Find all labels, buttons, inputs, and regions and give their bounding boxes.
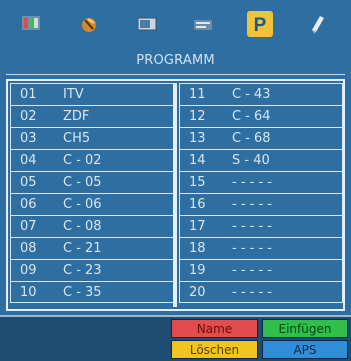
channel-number: 14	[189, 153, 206, 168]
channel-row[interactable]: 08 C - 21	[10, 237, 174, 259]
channel-name: S - 40	[232, 153, 270, 168]
channel-row[interactable]: 17 - - - - -	[179, 215, 343, 237]
channel-name: C - 21	[63, 241, 102, 256]
channel-row[interactable]: 04 C - 02	[10, 149, 174, 171]
svg-text:P: P	[254, 15, 267, 36]
picture-settings-icon[interactable]	[20, 13, 42, 35]
aps-button[interactable]: APS	[262, 340, 348, 359]
channel-name: ITV	[63, 87, 84, 102]
channel-number: 13	[189, 131, 206, 146]
channel-row[interactable]: 03 CH5	[10, 127, 174, 149]
channel-number: 02	[20, 109, 37, 124]
screen-mode-icon[interactable]	[136, 13, 158, 35]
program-icon[interactable]: P	[247, 11, 273, 37]
channel-row[interactable]: 05 C - 05	[10, 171, 174, 193]
channel-number: 17	[189, 219, 206, 234]
channel-list-left: 01 ITV 02 ZDF 03 CH5 04 C - 02 05 C - 05 06 C …	[10, 83, 174, 303]
channel-number: 01	[20, 87, 37, 102]
channel-row[interactable]: 13 C - 68	[179, 127, 343, 149]
channel-row[interactable]: 07 C - 08	[10, 215, 174, 237]
channel-number: 04	[20, 153, 37, 168]
channel-row[interactable]: 14 S - 40	[179, 149, 343, 171]
channel-number: 05	[20, 175, 37, 190]
channel-row[interactable]: 01 ITV	[10, 83, 174, 105]
channel-number: 10	[20, 285, 37, 300]
channel-list-panel: 01 ITV 02 ZDF 03 CH5 04 C - 02 05 C - 05 06 C …	[6, 79, 345, 311]
channel-name: - - - - -	[232, 285, 272, 300]
channel-name: C - 43	[232, 87, 271, 102]
column-divider	[173, 83, 177, 307]
channel-number: 19	[189, 263, 206, 278]
channel-name: CH5	[63, 131, 91, 146]
channel-row[interactable]: 16 - - - - -	[179, 193, 343, 215]
channel-name: - - - - -	[232, 263, 272, 278]
sound-settings-icon[interactable]	[78, 13, 100, 35]
channel-number: 18	[189, 241, 206, 256]
channel-row[interactable]: 11 C - 43	[179, 83, 343, 105]
channel-name: C - 06	[63, 197, 102, 212]
channel-number: 12	[189, 109, 206, 124]
delete-button[interactable]: Löschen	[171, 340, 258, 359]
insert-button[interactable]: Einfügen	[262, 319, 348, 338]
channel-name: C - 02	[63, 153, 102, 168]
channel-number: 03	[20, 131, 37, 146]
channel-name: ZDF	[63, 109, 90, 124]
channel-number: 16	[189, 197, 206, 212]
channel-row[interactable]: 09 C - 23	[10, 259, 174, 281]
channel-name: - - - - -	[232, 175, 272, 190]
channel-name: C - 08	[63, 219, 102, 234]
menu-icon-bar: P	[0, 0, 351, 50]
title-divider	[6, 74, 345, 75]
channel-list-right: 11 C - 43 12 C - 64 13 C - 68 14 S - 40 15 - …	[179, 83, 343, 303]
channel-row[interactable]: 12 C - 64	[179, 105, 343, 127]
channel-number: 06	[20, 197, 37, 212]
name-button[interactable]: Name	[171, 319, 258, 338]
channel-row[interactable]: 18 - - - - -	[179, 237, 343, 259]
menu-title: PROGRAMM	[136, 53, 215, 68]
channel-row[interactable]: 02 ZDF	[10, 105, 174, 127]
setup-icon[interactable]	[306, 13, 328, 35]
channel-number: 15	[189, 175, 206, 190]
tv-osd-screen: P PROGRAMM 01 ITV 02 ZDF 03 CH5 04 C - 02 05…	[0, 0, 351, 361]
channel-number: 11	[189, 87, 206, 102]
channel-number: 09	[20, 263, 37, 278]
channel-name: C - 64	[232, 109, 271, 124]
channel-name: C - 68	[232, 131, 271, 146]
channel-name: C - 23	[63, 263, 102, 278]
channel-name: - - - - -	[232, 197, 272, 212]
channel-name: - - - - -	[232, 219, 272, 234]
teletext-icon[interactable]	[192, 13, 214, 35]
channel-name: C - 05	[63, 175, 102, 190]
channel-name: C - 35	[63, 285, 102, 300]
channel-name: - - - - -	[232, 241, 272, 256]
channel-number: 20	[189, 285, 206, 300]
channel-row[interactable]: 19 - - - - -	[179, 259, 343, 281]
channel-row[interactable]: 06 C - 06	[10, 193, 174, 215]
channel-number: 07	[20, 219, 37, 234]
channel-number: 08	[20, 241, 37, 256]
channel-row[interactable]: 15 - - - - -	[179, 171, 343, 193]
channel-row[interactable]: 20 - - - - -	[179, 281, 343, 303]
channel-row[interactable]: 10 C - 35	[10, 281, 174, 303]
